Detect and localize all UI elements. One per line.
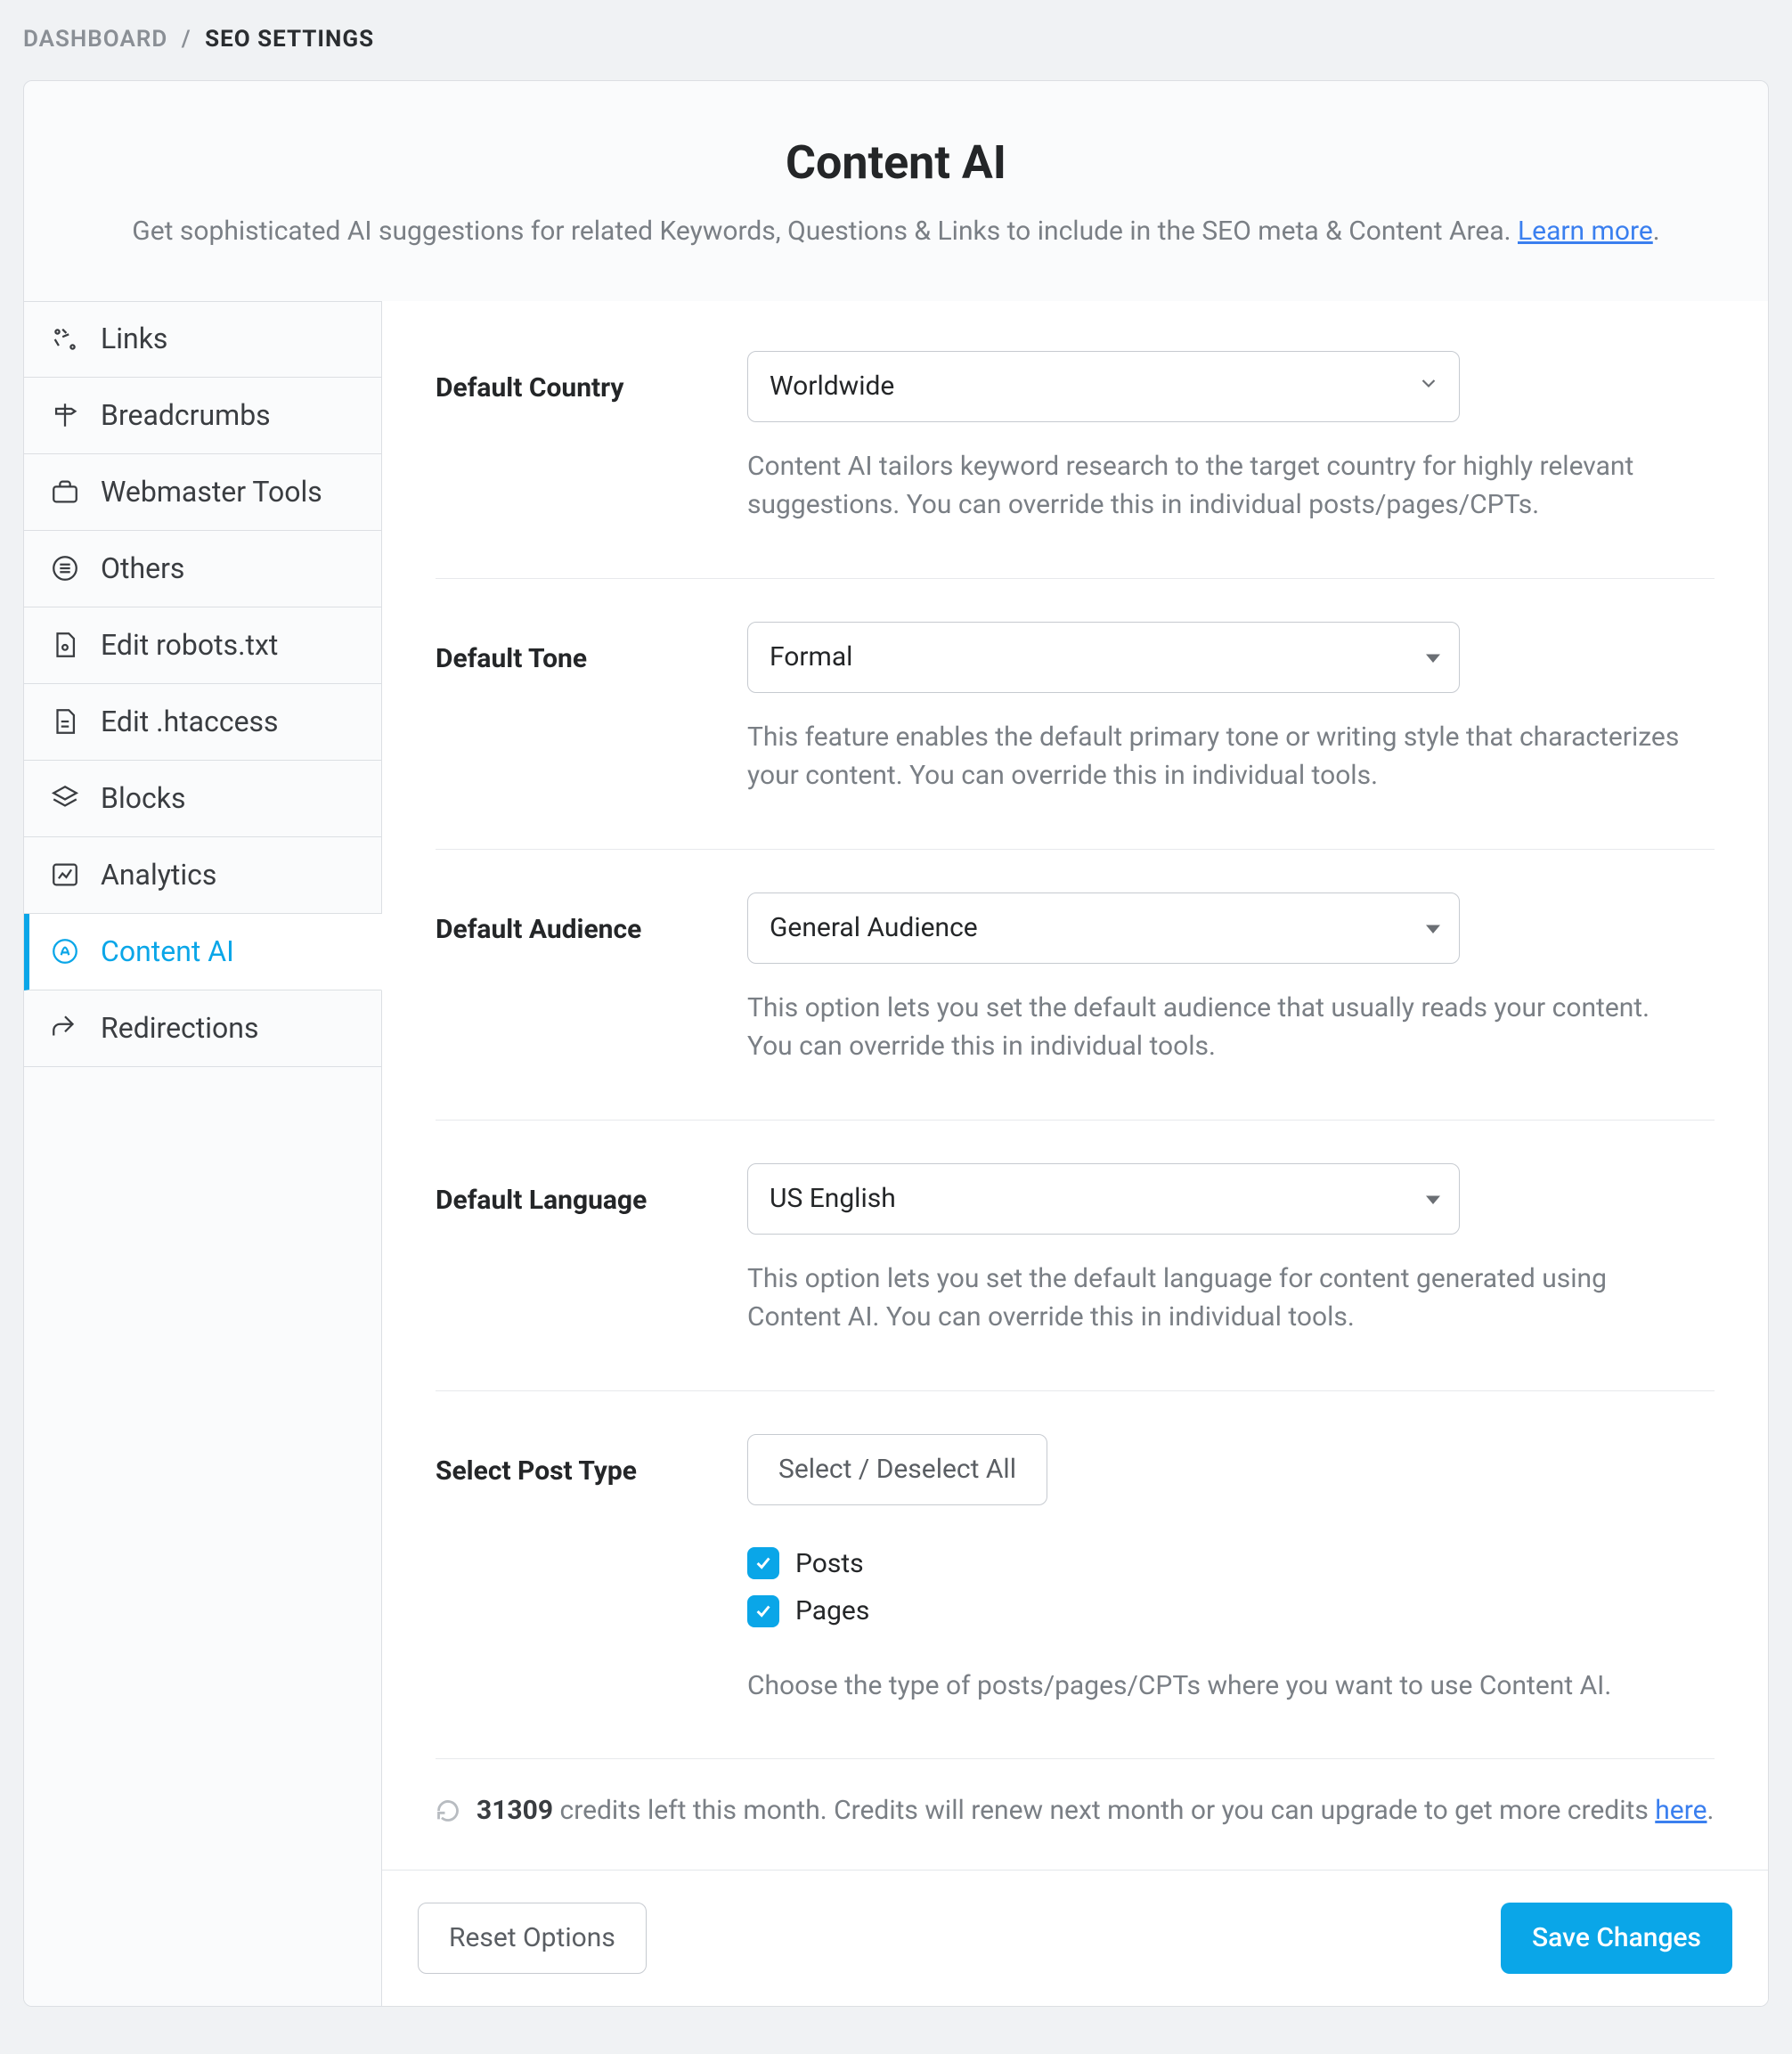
save-changes-button[interactable]: Save Changes [1501, 1903, 1732, 1974]
sidebar-item-edit-htaccess[interactable]: Edit .htaccess [24, 684, 381, 761]
sidebar-item-links[interactable]: Links [24, 301, 381, 378]
sidebar-item-blocks[interactable]: Blocks [24, 761, 381, 837]
sidebar: Links Breadcrumbs Webmaster Tools Others… [24, 301, 382, 2006]
layers-icon [49, 782, 81, 814]
post-type-option-posts[interactable]: Posts [747, 1545, 1715, 1584]
sidebar-item-label: Edit .htaccess [101, 701, 279, 742]
sidebar-item-label: Analytics [101, 854, 216, 895]
sidebar-item-content-ai[interactable]: Content AI [24, 914, 382, 990]
reset-options-button[interactable]: Reset Options [418, 1903, 647, 1974]
card-footer: Reset Options Save Changes [382, 1870, 1768, 2006]
field-label: Default Country [436, 351, 712, 525]
learn-more-link[interactable]: Learn more [1518, 216, 1653, 247]
option-label: Posts [795, 1545, 864, 1584]
list-icon [49, 552, 81, 584]
field-default-audience: Default Audience General Audience This o… [436, 893, 1715, 1121]
option-label: Pages [795, 1592, 869, 1631]
content-ai-icon [49, 935, 81, 967]
field-label: Select Post Type [436, 1434, 712, 1706]
sidebar-item-label: Edit robots.txt [101, 624, 278, 665]
default-tone-select[interactable]: Formal [747, 622, 1460, 693]
sidebar-item-label: Webmaster Tools [101, 471, 322, 512]
checkbox-checked-icon[interactable] [747, 1547, 779, 1579]
credits-count: 31309 [477, 1795, 553, 1826]
field-default-tone: Default Tone Formal This feature enables… [436, 622, 1715, 850]
settings-card: Content AI Get sophisticated AI suggesti… [23, 80, 1769, 2007]
select-deselect-all-button[interactable]: Select / Deselect All [747, 1434, 1047, 1505]
breadcrumb-current: SEO SETTINGS [205, 26, 374, 53]
sidebar-item-others[interactable]: Others [24, 531, 381, 607]
card-header: Content AI Get sophisticated AI suggesti… [24, 81, 1768, 301]
sidebar-item-label: Breadcrumbs [101, 395, 271, 436]
file-icon [49, 705, 81, 738]
field-label: Default Tone [436, 622, 712, 795]
field-help: Content AI tailors keyword research to t… [747, 447, 1691, 525]
robots-file-icon [49, 629, 81, 661]
sidebar-item-label: Others [101, 548, 184, 589]
sidebar-item-breadcrumbs[interactable]: Breadcrumbs [24, 378, 381, 454]
sidebar-item-label: Blocks [101, 778, 185, 819]
sidebar-item-label: Redirections [101, 1007, 258, 1048]
sidebar-item-webmaster-tools[interactable]: Webmaster Tools [24, 454, 381, 531]
field-default-country: Default Country Worldwide Content AI tai… [436, 351, 1715, 579]
links-icon [49, 323, 81, 355]
breadcrumb-parent[interactable]: DASHBOARD [23, 26, 167, 53]
redirections-icon [49, 1012, 81, 1044]
field-label: Default Language [436, 1163, 712, 1337]
field-select-post-type: Select Post Type Select / Deselect All P… [436, 1434, 1715, 1760]
page-title: Content AI [60, 129, 1732, 196]
toolbox-icon [49, 476, 81, 508]
checkbox-checked-icon[interactable] [747, 1595, 779, 1627]
default-country-select[interactable]: Worldwide [747, 351, 1460, 422]
default-audience-select[interactable]: General Audience [747, 893, 1460, 964]
refresh-icon[interactable] [436, 1798, 460, 1823]
sidebar-item-label: Links [101, 318, 167, 359]
sidebar-item-redirections[interactable]: Redirections [24, 990, 381, 1067]
analytics-icon [49, 859, 81, 891]
page-subtitle: Get sophisticated AI suggestions for rel… [60, 212, 1732, 251]
breadcrumb-separator: / [182, 26, 191, 53]
credits-here-link[interactable]: here [1655, 1795, 1706, 1826]
credits-notice: 31309 credits left this month. Credits w… [436, 1791, 1715, 1870]
sidebar-item-label: Content AI [101, 931, 234, 972]
content-panel: Default Country Worldwide Content AI tai… [382, 301, 1768, 2006]
signpost-icon [49, 399, 81, 431]
field-help: Choose the type of posts/pages/CPTs wher… [747, 1667, 1691, 1706]
sidebar-item-analytics[interactable]: Analytics [24, 837, 381, 914]
post-type-option-pages[interactable]: Pages [747, 1592, 1715, 1631]
field-help: This option lets you set the default lan… [747, 1259, 1691, 1337]
field-help: This option lets you set the default aud… [747, 989, 1691, 1066]
default-language-select[interactable]: US English [747, 1163, 1460, 1235]
breadcrumb: DASHBOARD / SEO SETTINGS [23, 23, 1769, 57]
field-default-language: Default Language US English This option … [436, 1163, 1715, 1391]
field-help: This feature enables the default primary… [747, 718, 1691, 795]
sidebar-item-edit-robots[interactable]: Edit robots.txt [24, 607, 381, 684]
field-label: Default Audience [436, 893, 712, 1066]
